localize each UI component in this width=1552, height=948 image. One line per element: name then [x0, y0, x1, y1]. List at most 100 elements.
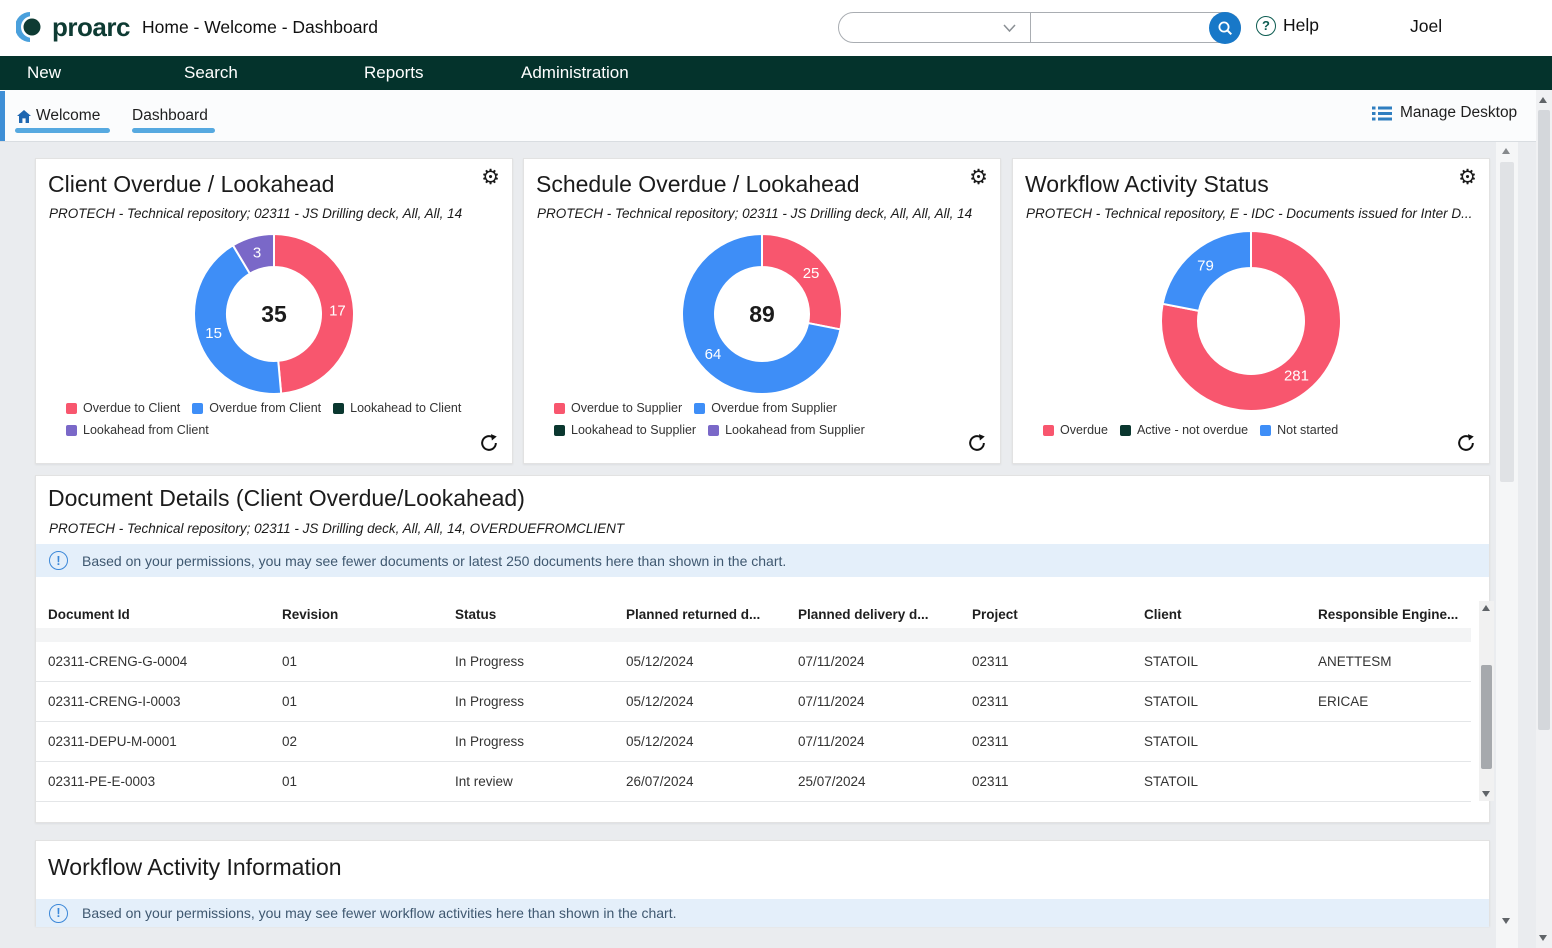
tab-welcome-label: Welcome: [36, 107, 100, 125]
tab-dashboard[interactable]: Dashboard: [132, 107, 208, 125]
scroll-up-icon[interactable]: [1482, 605, 1490, 611]
document-details-card: Document Details (Client Overdue/Lookahe…: [35, 475, 1490, 823]
home-icon: [17, 110, 31, 123]
proarc-logo-icon: [16, 9, 46, 45]
nav-item-reports[interactable]: Reports: [364, 63, 424, 83]
legend-item-overdue-to-client[interactable]: Overdue to Client: [66, 400, 180, 416]
table-cell: 02: [282, 722, 455, 761]
card-title: Schedule Overdue / Lookahead: [536, 171, 860, 198]
legend-label: Overdue to Supplier: [571, 401, 682, 415]
help-button[interactable]: ? Help: [1256, 15, 1319, 36]
slice-value-label: 15: [205, 325, 222, 342]
table-scrollbar[interactable]: [1479, 601, 1494, 801]
search-button[interactable]: [1209, 12, 1241, 44]
help-label: Help: [1283, 15, 1319, 36]
nav-item-search[interactable]: Search: [184, 63, 238, 83]
table-cell: 02311: [972, 682, 1144, 721]
settings-button[interactable]: ⚙: [479, 165, 502, 190]
legend-item-not-started[interactable]: Not started: [1260, 422, 1338, 438]
table-cell: 02311: [972, 642, 1144, 681]
manage-desktop-button[interactable]: Manage Desktop: [1372, 104, 1517, 122]
legend-label: Lookahead to Client: [350, 401, 461, 415]
donut-svg: 17 15 3 35: [192, 232, 356, 396]
card-title: Workflow Activity Status: [1025, 171, 1269, 198]
table-row[interactable]: 02311-DEPU-M-000102In Progress05/12/2024…: [36, 722, 1471, 762]
legend-label: Overdue from Supplier: [711, 401, 837, 415]
nav-item-administration[interactable]: Administration: [521, 63, 629, 83]
gear-icon: ⚙: [969, 166, 988, 189]
column-header-planned-delivery-d[interactable]: Planned delivery d...: [798, 607, 972, 622]
slice-value-label: 25: [803, 265, 820, 282]
legend-item-lookahead-from-client[interactable]: Lookahead from Client: [66, 422, 209, 438]
table-cell: In Progress: [455, 642, 626, 681]
column-header-revision[interactable]: Revision: [282, 607, 455, 622]
search-category-select[interactable]: [838, 12, 1031, 43]
user-menu[interactable]: Joel: [1410, 16, 1442, 37]
legend-item-overdue-from-supplier[interactable]: Overdue from Supplier: [694, 400, 837, 416]
legend-swatch: [554, 425, 565, 436]
table-row[interactable]: 02311-PE-E-000301Int review26/07/202425/…: [36, 762, 1471, 802]
page-scrollbar-thumb[interactable]: [1538, 110, 1550, 730]
column-header-project[interactable]: Project: [972, 607, 1144, 622]
search-input[interactable]: [1041, 16, 1205, 41]
legend-item-lookahead-to-client[interactable]: Lookahead to Client: [333, 400, 461, 416]
proarc-logo[interactable]: proarc: [16, 9, 130, 45]
table-cell: 05/12/2024: [626, 682, 798, 721]
scroll-down-icon[interactable]: [1482, 791, 1490, 797]
dashboard-scrollbar-thumb[interactable]: [1500, 162, 1514, 482]
column-header-planned-returned-d[interactable]: Planned returned d...: [626, 607, 798, 622]
table-row[interactable]: 02311-CRENG-I-000301In Progress05/12/202…: [36, 682, 1471, 722]
column-header-status[interactable]: Status: [455, 607, 626, 622]
slice-value-label: 281: [1284, 368, 1309, 385]
table-cell: 07/11/2024: [798, 642, 972, 681]
table-row[interactable]: 02311-CRENG-G-000401In Progress05/12/202…: [36, 642, 1471, 682]
table-cell: In Progress: [455, 682, 626, 721]
legend-item-lookahead-from-supplier[interactable]: Lookahead from Supplier: [708, 422, 865, 438]
legend-swatch: [554, 403, 565, 414]
legend-item-active-not-overdue[interactable]: Active - not overdue: [1120, 422, 1248, 438]
breadcrumb: Home - Welcome - Dashboard: [142, 17, 378, 38]
dashboard-scrollbar[interactable]: [1496, 142, 1518, 948]
legend-swatch: [1120, 425, 1131, 436]
settings-button[interactable]: ⚙: [967, 165, 990, 190]
legend-item-overdue-to-supplier[interactable]: Overdue to Supplier: [554, 400, 682, 416]
settings-button[interactable]: ⚙: [1456, 165, 1479, 190]
refresh-button[interactable]: [478, 432, 500, 457]
legend-item-overdue[interactable]: Overdue: [1043, 422, 1108, 438]
donut-center-total: 89: [749, 301, 775, 327]
table-cell: 05/12/2024: [626, 642, 798, 681]
info-icon: !: [49, 551, 68, 570]
scroll-down-icon[interactable]: [1539, 935, 1547, 941]
tab-row-accent: [0, 91, 5, 141]
scroll-up-icon[interactable]: [1539, 97, 1547, 103]
legend-label: Lookahead to Supplier: [571, 423, 696, 437]
page-scrollbar[interactable]: [1536, 90, 1552, 948]
document-table-body: 02311-CRENG-G-000401In Progress05/12/202…: [36, 642, 1471, 802]
slice-value-label: 64: [705, 346, 722, 363]
nav-item-new[interactable]: New: [27, 63, 61, 83]
legend-item-overdue-from-client[interactable]: Overdue from Client: [192, 400, 321, 416]
refresh-button[interactable]: [1455, 432, 1477, 457]
workflow-status-card: Workflow Activity Status PROTECH - Techn…: [1012, 158, 1490, 464]
card-subtitle: PROTECH - Technical repository; 02311 - …: [537, 206, 972, 221]
table-cell: STATOIL: [1144, 762, 1318, 801]
slice-value-label: 79: [1197, 257, 1214, 274]
scroll-down-icon[interactable]: [1502, 918, 1510, 924]
column-header-responsible-engine[interactable]: Responsible Engine...: [1318, 607, 1471, 622]
column-header-document-id[interactable]: Document Id: [48, 607, 282, 622]
slice-value-label: 3: [253, 244, 261, 261]
column-header-client[interactable]: Client: [1144, 607, 1318, 622]
tab-welcome[interactable]: Welcome: [17, 107, 100, 125]
tab-welcome-underline: [15, 128, 110, 133]
info-message: Based on your permissions, you may see f…: [82, 905, 677, 921]
permissions-info-banner: ! Based on your permissions, you may see…: [36, 544, 1489, 577]
refresh-button[interactable]: [966, 432, 988, 457]
refresh-icon: [1457, 434, 1475, 452]
scroll-up-icon[interactable]: [1502, 148, 1510, 154]
table-header-strip: [36, 628, 1471, 642]
card-subtitle: PROTECH - Technical repository, E - IDC …: [1026, 206, 1472, 221]
legend-item-lookahead-to-supplier[interactable]: Lookahead to Supplier: [554, 422, 696, 438]
donut-center-total: 35: [261, 301, 287, 327]
slice-value-label: 17: [329, 303, 346, 320]
table-scrollbar-thumb[interactable]: [1481, 665, 1492, 769]
